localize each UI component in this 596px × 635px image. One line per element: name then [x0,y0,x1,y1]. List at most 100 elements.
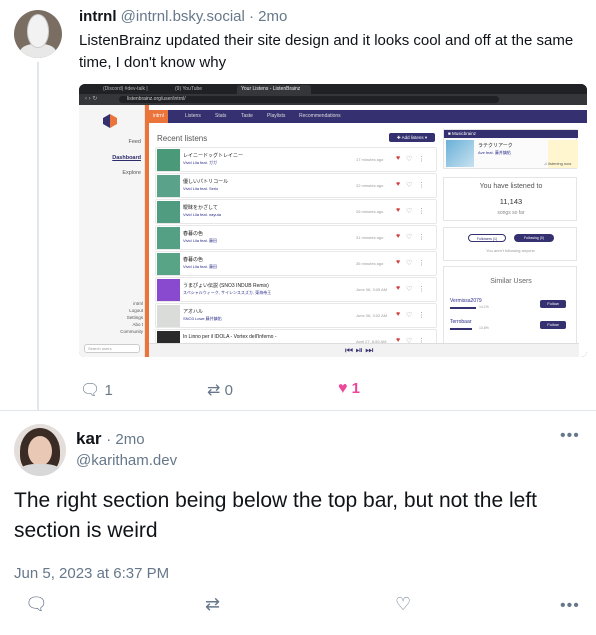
broken-heart-icon: ♡ [406,286,413,293]
thread-line [37,62,39,410]
sidebar-feed: Feed [128,139,141,145]
display-name[interactable]: intrnl [79,8,117,25]
broken-heart-icon: ♡ [406,208,413,215]
reply-count: 1 [104,382,113,399]
now-playing-cover [446,140,474,167]
listen-time: 17 minutes ago [356,157,384,162]
now-playing-header: ■ Musicbrainz [444,130,578,138]
recent-listens-title: Recent listens [157,134,208,143]
repost-action[interactable]: ⇄ 0 [207,380,233,400]
more-icon[interactable]: ••• [560,427,580,445]
listen-row: 春暮の色 Vivid Lila feat. 藤田 35 minutes ago ♥ ♡ ⋮ [155,251,437,276]
sidebar-search: Search users [84,344,140,353]
lb-sidebar: Feed Dashboard Explore intrnl Logout Set… [79,105,145,357]
post-intrnl[interactable]: intrnl @intrnl.bsky.social · 2mo ListenB… [0,0,596,410]
heart-icon[interactable]: ♡ [395,594,411,615]
more-icon[interactable]: ••• [560,597,580,615]
repost-count: 0 [224,382,233,399]
post-text: The right section being below the top ba… [14,489,538,542]
more-icon: ⋮ [418,208,425,215]
reply-action[interactable]: 🗨 1 [80,380,113,400]
broken-heart-icon: ♡ [406,234,413,241]
handle[interactable]: @intrnl.bsky.social [121,8,245,25]
repost-icon[interactable]: ⇄ [207,382,220,399]
sidebar-footer-item: Community [120,329,143,334]
listenbrainz-logo-icon [103,114,117,128]
listen-artist: Vivid Lila feat. ガガ [183,160,217,165]
post-header: kar · 2mo [76,429,145,449]
listen-count: 11,143 [499,197,523,206]
album-cover [157,201,180,223]
now-playing-status: ♫ listening now [544,161,572,166]
listen-count-card: You have listened to 11,143 songs so far [443,177,577,221]
listen-title: うまぴょい伝説 (SNO3 INDUB Remix) [183,283,269,289]
post-time[interactable]: 2mo [258,8,287,25]
more-icon: ⋮ [418,234,425,241]
follow-button: Follow [540,321,566,329]
post-time[interactable]: · 2mo [106,431,144,448]
reply-icon[interactable]: 🗨 [25,594,48,615]
sidebar-explore: Explore [122,170,141,176]
listen-row: 春暮の色 Vivid Lila feat. 藤田 31 minutes ago ♥ ♡ ⋮ [155,225,437,250]
back-icon: ‹ › ↻ [85,96,98,102]
listen-row: 曖昧をかざして Vivid Lila feat. nayuta 26 minutes… [155,199,437,224]
follow-card: Followers (1) Following (0) You aren't f… [443,227,577,261]
heart-icon: ♥ [396,285,401,292]
post-header: intrnl @intrnl.bsky.social · 2mo [79,8,287,25]
reply-icon[interactable]: 🗨 [80,382,100,399]
now-playing-card: ■ Musicbrainz ラテクリアーク Ave feat. 藤井鎮佑 ♫ l… [443,129,578,169]
listen-title: In Linno per il IDOLA - Vortex dell'Infe… [183,334,277,340]
similar-user-name: Terrobaar [450,319,472,325]
sidebar-footer-item: intrnl [133,301,143,306]
followers-pill: Followers (1) [468,234,506,242]
more-icon: ⋮ [418,312,425,319]
lb-tab: Stats [215,113,227,119]
recent-listens: Recent listens ✚ Add listens ▾ レイニードッグトレ… [155,129,437,357]
listen-time: 31 minutes ago [356,235,384,240]
sidebar-footer-item: Logout [129,308,143,313]
address-bar: ‹ › ↻ listenbrainz.org/user/intrnl/ [79,94,587,105]
broken-heart-icon: ♡ [406,312,413,319]
similarity-pct: 13.8% [479,326,489,330]
follow-button: Follow [540,300,566,308]
post-text: ListenBrainz updated their site design a… [79,32,574,71]
repost-icon[interactable]: ⇄ [205,594,220,615]
heart-icon[interactable]: ♥ [338,380,348,397]
heart-icon: ♥ [396,311,401,318]
more-icon: ⋮ [418,286,425,293]
album-cover [157,305,180,327]
browser-tabs: (Discord) #dev-talk | Mangaloo (9) YouTu… [79,84,587,101]
heart-icon: ♥ [396,155,401,162]
listen-time: 35 minutes ago [356,261,384,266]
lb-tab: Recommendations [299,113,341,119]
player-controls-icon: ⏮ ⏯ ⏭ [345,345,374,355]
display-name[interactable]: kar [76,429,102,448]
sidebar-footer-item: Abo t [132,322,143,327]
follow-note: You aren't following anyone. [486,248,536,253]
like-action[interactable]: ♥ 1 [338,380,360,398]
listen-time: 22 minutes ago [356,183,384,188]
similar-users-title: Similar Users [490,278,532,285]
avatar-kar[interactable] [14,424,66,476]
following-pill: Following (0) [514,234,554,242]
avatar-intrnl[interactable] [14,10,62,58]
embedded-screenshot[interactable]: (Discord) #dev-talk | Mangaloo (9) YouTu… [79,84,587,357]
more-icon: ⋮ [418,156,425,163]
listened-label: You have listened to [479,183,543,190]
listen-title: アオハル [183,309,204,315]
listen-row: アオハル SNO3 Lowe 藤井鎮佑 June 06, 3:02 AM ♥ ♡ ⋮ [155,303,437,328]
listen-title: レイニードッグトレイニー [183,153,244,159]
sidebar-footer-item: Settings [126,315,143,320]
listen-artist: Vivid Lila feat. 藤田 [183,264,217,269]
listen-time: June 06, 3:02 AM [356,313,388,318]
sidebar-dashboard: Dashboard [112,155,141,161]
handle[interactable]: @karitham.dev [76,452,177,469]
listen-row: うまぴょい伝説 (SNO3 INDUB Remix) スペシャルウィーク, サイレ… [155,277,437,302]
post-date: Jun 5, 2023 at 6:37 PM [14,565,170,582]
orange-accent-bar [145,105,149,357]
post-kar[interactable]: kar · 2mo @karitham.dev ••• The right se… [0,411,596,635]
heart-icon: ♥ [396,259,401,266]
listen-title: 曖昧をかざして [183,205,218,211]
heart-icon: ♥ [396,181,401,188]
lb-tab-user: intrnl [149,110,168,123]
